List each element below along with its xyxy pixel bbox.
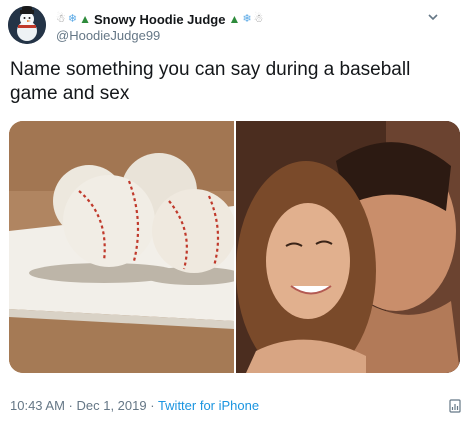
tweet-media[interactable] [9,121,460,373]
display-name: Snowy Hoodie Judge [93,11,226,27]
tree-icon: ▲ [79,12,91,26]
display-name-row[interactable]: ☃ ❄ ▲ Snowy Hoodie Judge ▲ ❄ ☃ [56,10,265,28]
snowman-avatar-image [8,6,46,44]
user-handle[interactable]: @HoodieJudge99 [56,28,160,43]
tweet-source-link[interactable]: Twitter for iPhone [158,398,259,413]
avatar[interactable] [8,6,46,44]
snowman-icon: ☃ [56,12,66,25]
tweet-time[interactable]: 10:43 AM [10,398,65,413]
baseballs-illustration [9,121,234,373]
tweet-date[interactable]: Dec 1, 2019 [77,398,147,413]
snowflake-icon: ❄ [242,12,252,25]
tweet-header: ☃ ❄ ▲ Snowy Hoodie Judge ▲ ❄ ☃ @HoodieJu… [8,6,448,46]
baseballs-on-base-photo[interactable] [9,121,234,373]
tweet-meta: 10:43 AM · Dec 1, 2019 · Twitter for iPh… [10,398,259,413]
tweet-text: Name something you can say during a base… [10,59,411,104]
meta-separator: · [64,398,77,413]
couple-illustration [236,121,460,373]
snowman-icon: ☃ [253,12,264,25]
analytics-icon[interactable] [448,399,462,413]
couple-photo[interactable] [236,121,460,373]
tweet-card: ☃ ❄ ▲ Snowy Hoodie Judge ▲ ❄ ☃ @HoodieJu… [0,0,474,430]
chevron-down-icon[interactable] [426,10,440,24]
snowflake-icon: ❄ [67,12,78,25]
meta-separator: · [146,398,158,413]
tree-icon: ▲ [228,12,241,26]
